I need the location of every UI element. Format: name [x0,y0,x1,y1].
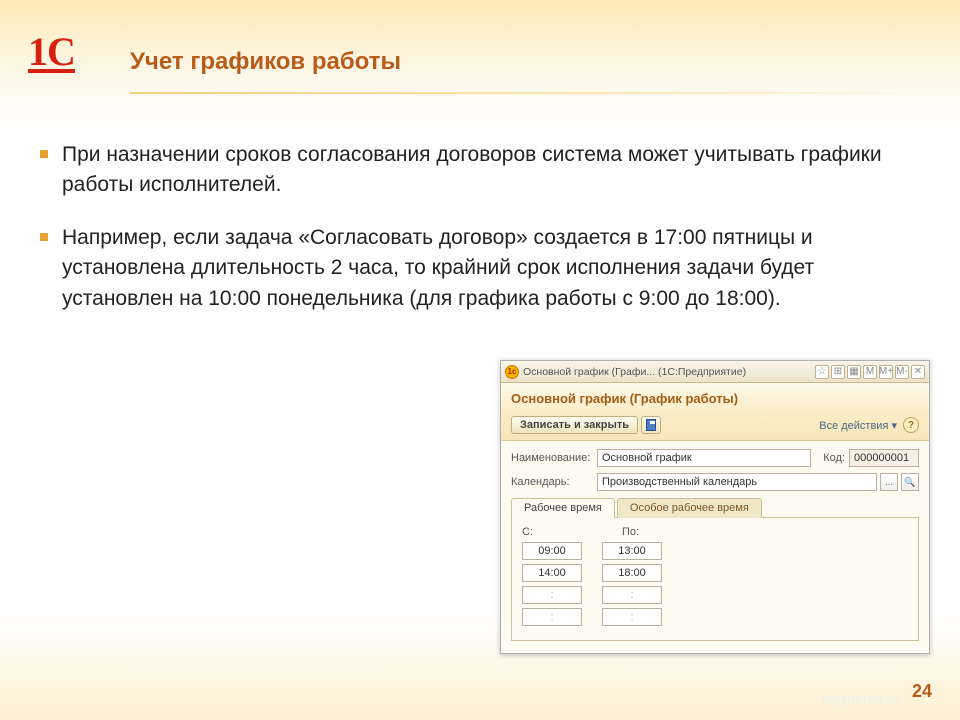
time-column-headers: С: По: [522,526,908,538]
memory-mminus-icon[interactable]: M- [895,365,909,379]
to-header: По: [622,526,682,538]
window-titlebar[interactable]: 1c Основной график (Графи... (1С:Предпри… [501,361,929,383]
time-from-input[interactable]: 09:00 [522,542,582,560]
tab-panel: С: По: 09:00 13:00 14:00 18:00 : : : : [511,518,919,641]
search-button[interactable]: 🔍 [901,473,919,491]
save-close-label: Записать и закрыть [520,419,629,431]
time-row: : : [522,608,908,626]
time-row: 09:00 13:00 [522,542,908,560]
bullet-marker-icon [40,233,48,241]
app-icon: 1c [505,365,519,379]
time-to-input[interactable]: 13:00 [602,542,662,560]
time-to-input[interactable]: : [602,608,662,626]
calendar-input[interactable]: Производственный календарь [597,473,877,491]
code-label: Код: [823,452,845,464]
time-from-input[interactable]: : [522,608,582,626]
calendar-row: Календарь: Производственный календарь ..… [511,473,919,491]
logo-text: 1C [28,29,75,74]
memory-m-icon[interactable]: M [863,365,877,379]
time-to-input[interactable]: : [602,586,662,604]
page-title: Учет графиков работы [130,48,401,76]
brand-logo: 1C [28,28,86,86]
tab-work-time[interactable]: Рабочее время [511,498,615,518]
bullet-item: При назначении сроков согласования догов… [40,140,920,201]
close-icon[interactable]: ✕ [911,365,925,379]
tab-special-time[interactable]: Особое рабочее время [617,498,762,518]
time-row: : : [522,586,908,604]
select-button[interactable]: ... [880,473,898,491]
toolbar: Записать и закрыть Все действия ▾ ? [501,412,929,441]
window-title: Основной график (Графи... (1С:Предприяти… [523,366,813,378]
star-icon[interactable]: ☆ [815,365,829,379]
memory-mplus-icon[interactable]: M+ [879,365,893,379]
title-divider [130,92,936,94]
app-window: 1c Основной график (Графи... (1С:Предпри… [500,360,930,654]
code-input[interactable]: 000000001 [849,449,919,467]
form-body: Наименование: Основной график Код: 00000… [501,441,929,653]
time-from-input[interactable]: 14:00 [522,564,582,582]
time-to-input[interactable]: 18:00 [602,564,662,582]
calc-icon[interactable]: ▦ [847,365,861,379]
time-from-input[interactable]: : [522,586,582,604]
name-row: Наименование: Основной график Код: 00000… [511,449,919,467]
content-area: При назначении сроков согласования догов… [40,140,920,336]
watermark: myshared.ru [822,691,900,706]
tabs: Рабочее время Особое рабочее время [511,497,919,518]
save-button[interactable] [641,416,661,434]
from-header: С: [522,526,582,538]
form-header: Основной график (График работы) [501,383,929,412]
bullet-marker-icon [40,150,48,158]
page-number: 24 [912,681,932,702]
bullet-text: При назначении сроков согласования догов… [62,140,920,201]
floppy-icon [646,419,656,431]
grid-icon[interactable]: ⊞ [831,365,845,379]
name-input[interactable]: Основной график [597,449,811,467]
name-label: Наименование: [511,452,593,464]
all-actions-link[interactable]: Все действия ▾ [819,419,897,432]
calendar-label: Календарь: [511,476,593,488]
help-icon[interactable]: ? [903,417,919,433]
time-row: 14:00 18:00 [522,564,908,582]
bullet-text: Например, если задача «Согласовать догов… [62,223,920,314]
bullet-item: Например, если задача «Согласовать догов… [40,223,920,314]
save-and-close-button[interactable]: Записать и закрыть [511,416,638,434]
